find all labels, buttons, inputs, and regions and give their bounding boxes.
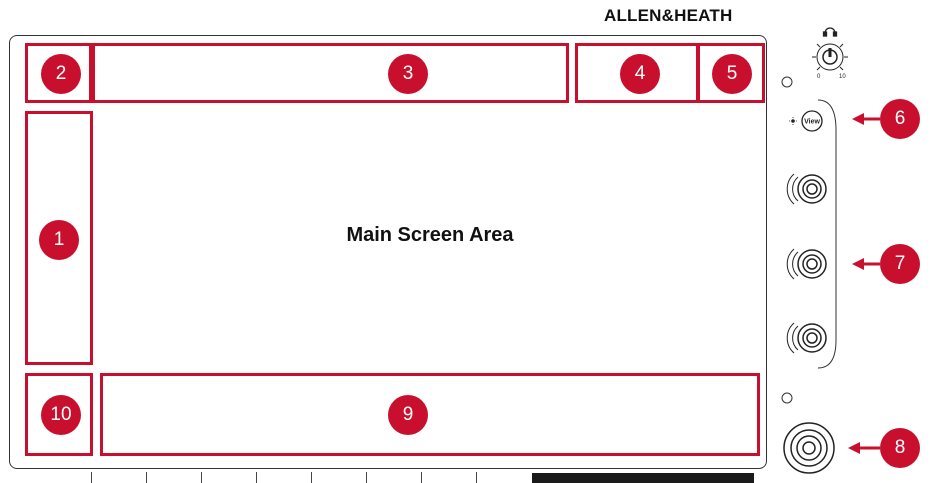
status-led: [781, 392, 793, 404]
status-led: [781, 76, 793, 88]
view-button[interactable]: View: [801, 110, 823, 132]
headphone-level-knob[interactable]: [812, 43, 848, 71]
knob-min-label: 0: [817, 74, 821, 80]
rotary-encoder-2[interactable]: [786, 248, 827, 280]
arrow-8-head: [848, 442, 860, 454]
rotary-encoder-1[interactable]: [786, 173, 827, 205]
view-led-icon: [789, 117, 797, 125]
knob-max-label: 10: [839, 74, 846, 80]
main-rotary-encoder[interactable]: [783, 422, 835, 474]
headphone-icon: [822, 27, 838, 37]
view-button-label: View: [804, 119, 820, 126]
arrow-6-head: [852, 113, 864, 125]
arrow-7-head: [852, 258, 864, 270]
rotary-encoder-3[interactable]: [786, 322, 827, 354]
hardware-controls: 0 10 View: [781, 27, 880, 474]
